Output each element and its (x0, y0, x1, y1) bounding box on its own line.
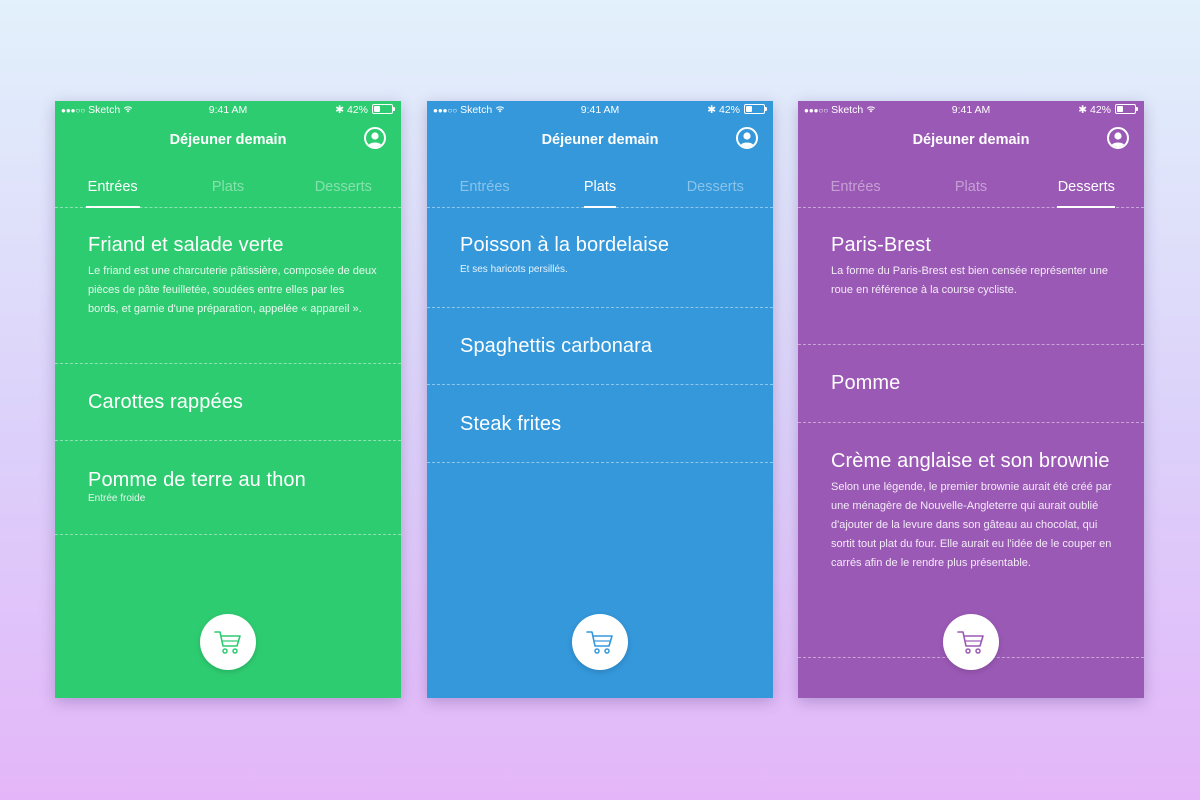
bluetooth-icon: ✱ (707, 104, 717, 116)
divider (55, 440, 401, 441)
divider (798, 422, 1144, 423)
phone-screen-entrees: ●●●○○ Sketch 9:41 AM ✱ 42% Déjeuner dema… (55, 101, 401, 698)
menu-item-title: Crème anglaise et son brownie (831, 450, 1110, 472)
menu-item[interactable]: Pomme (831, 372, 1120, 394)
menu-item-title: Poisson à la bordelaise (460, 234, 670, 256)
menu-item-title: Steak frites (460, 413, 562, 435)
phone-screen-desserts: ●●●○○ Sketch 9:41 AM ✱ 42% Déjeuner dema… (798, 101, 1144, 698)
tab-plats[interactable]: Plats (170, 176, 285, 206)
menu-item[interactable]: Carottes rappées (88, 391, 377, 413)
menu-item[interactable]: Spaghettis carbonara (460, 335, 749, 357)
tab-entrees[interactable]: Entrées (427, 176, 542, 206)
divider (427, 384, 773, 385)
divider (55, 534, 401, 535)
profile-avatar-icon[interactable] (1107, 127, 1129, 149)
cart-button[interactable] (943, 614, 999, 670)
menu-item-description: La forme du Paris-Brest est bien censée … (831, 265, 1108, 296)
divider (798, 344, 1144, 345)
battery-percent: 42% (1089, 104, 1111, 116)
status-bar: ●●●○○ Sketch 9:41 AM ✱ 42% (55, 101, 401, 120)
page-title: Déjeuner demain (541, 132, 659, 148)
battery-percent: 42% (718, 104, 740, 116)
menu-item-subtitle: Et ses haricots persillés. (460, 264, 568, 275)
menu-item[interactable]: Paris-Brest La forme du Paris-Brest est … (831, 234, 1120, 300)
battery-icon (372, 104, 395, 114)
tab-plats[interactable]: Plats (913, 176, 1028, 206)
cart-icon (214, 631, 241, 654)
status-bar: ●●●○○ Sketch 9:41 AM ✱ 42% (798, 101, 1144, 120)
menu-item-title: Pomme de terre au thon (88, 469, 306, 491)
bluetooth-icon: ✱ (335, 104, 345, 116)
menu-item-subtitle: Entrée froide (88, 493, 146, 504)
tab-desserts[interactable]: Desserts (658, 176, 773, 206)
menu-item-title: Spaghettis carbonara (460, 335, 653, 357)
tab-entrees[interactable]: Entrées (798, 176, 913, 206)
battery-percent: 42% (346, 104, 368, 116)
divider (55, 363, 401, 364)
menu-item-description: Le friand est une charcuterie pâtissière… (88, 265, 377, 315)
category-tabs: Entrées Plats Desserts (798, 176, 1144, 206)
menu-item-title: Friand et salade verte (88, 234, 284, 256)
tab-desserts[interactable]: Desserts (1029, 176, 1144, 206)
divider (427, 462, 773, 463)
menu-item[interactable]: Poisson à la bordelaise Et ses haricots … (460, 234, 749, 276)
cart-icon (586, 631, 613, 654)
phone-screen-plats: ●●●○○ Sketch 9:41 AM ✱ 42% Déjeuner dema… (427, 101, 773, 698)
page-title: Déjeuner demain (169, 132, 287, 148)
page-title: Déjeuner demain (912, 132, 1030, 148)
cart-button[interactable] (572, 614, 628, 670)
divider (55, 207, 401, 208)
menu-item-title: Carottes rappées (88, 391, 244, 413)
profile-avatar-icon[interactable] (736, 127, 758, 149)
divider (427, 207, 773, 208)
divider (427, 307, 773, 308)
menu-item[interactable]: Friand et salade verte Le friand est une… (88, 234, 377, 319)
status-bar: ●●●○○ Sketch 9:41 AM ✱ 42% (427, 101, 773, 120)
menu-item[interactable]: Steak frites (460, 413, 749, 435)
battery-icon (1115, 104, 1138, 114)
tab-desserts[interactable]: Desserts (286, 176, 401, 206)
profile-avatar-icon[interactable] (364, 127, 386, 149)
cart-icon (957, 631, 984, 654)
menu-item-description: Selon une légende, le premier brownie au… (831, 481, 1112, 569)
menu-item-title: Paris-Brest (831, 234, 932, 256)
bluetooth-icon: ✱ (1078, 104, 1088, 116)
category-tabs: Entrées Plats Desserts (55, 176, 401, 206)
cart-button[interactable] (200, 614, 256, 670)
tab-plats[interactable]: Plats (542, 176, 657, 206)
divider (798, 207, 1144, 208)
menu-item[interactable]: Crème anglaise et son brownie Selon une … (831, 450, 1116, 573)
battery-icon (744, 104, 767, 114)
menu-item[interactable]: Pomme de terre au thon Entrée froide (88, 469, 377, 505)
tab-entrees[interactable]: Entrées (55, 176, 170, 206)
menu-item-title: Pomme (831, 372, 901, 394)
category-tabs: Entrées Plats Desserts (427, 176, 773, 206)
